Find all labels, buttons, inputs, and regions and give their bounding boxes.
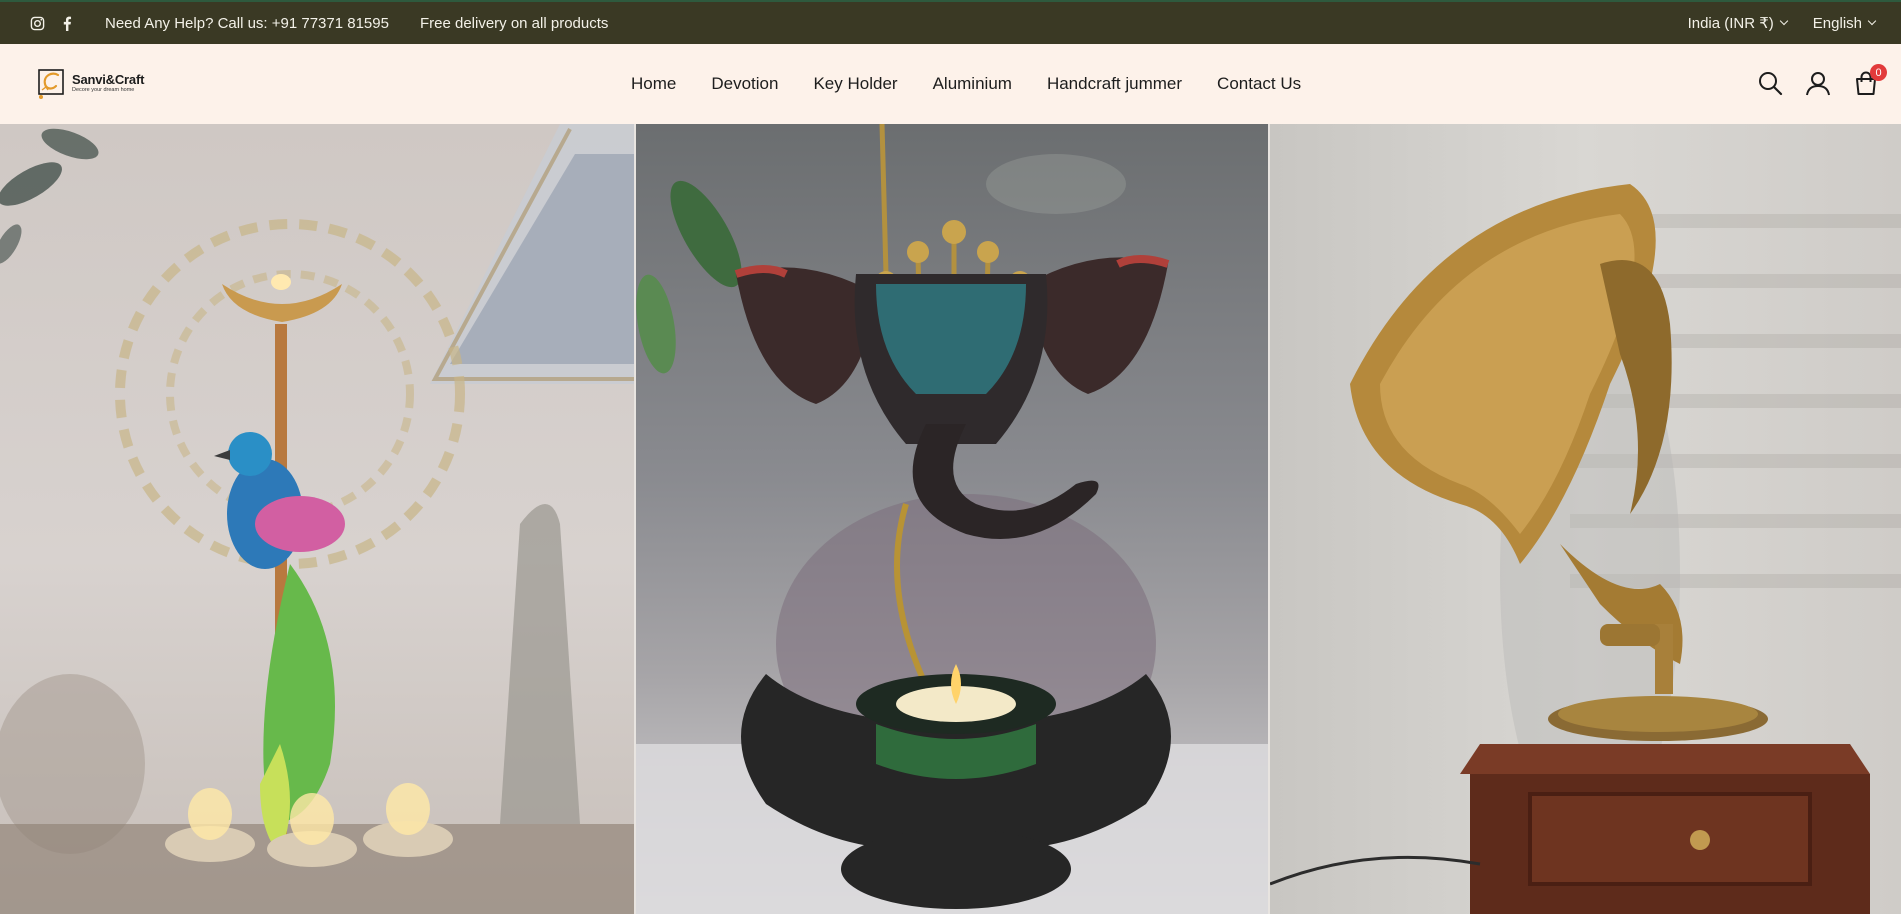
announcement-bar: Need Any Help? Call us: +91 77371 81595 … (0, 0, 1901, 44)
nav-item-home[interactable]: Home (631, 74, 676, 94)
logo-tagline: Decore your dream home (72, 86, 135, 93)
logo-name: Sanvi&Craft (72, 71, 145, 87)
nav-item-aluminium[interactable]: Aluminium (933, 74, 1012, 94)
gramophone-decor-image[interactable] (1270, 124, 1901, 914)
social-links (29, 15, 75, 31)
chevron-down-icon (1867, 16, 1877, 26)
ganesha-tealight-holder-image[interactable] (634, 124, 1270, 914)
logo-mark-icon (38, 69, 64, 99)
nav-item-key-holder[interactable]: Key Holder (813, 74, 897, 94)
nav-item-handcraft-jummer[interactable]: Handcraft jummer (1047, 74, 1182, 94)
nav-item-contact-us[interactable]: Contact Us (1217, 74, 1301, 94)
site-logo[interactable]: Sanvi&Craft Decore your dream home (36, 66, 144, 100)
site-header: Sanvi&Craft Decore your dream home Home … (0, 44, 1901, 124)
language-label: English (1812, 14, 1862, 32)
user-icon[interactable] (1805, 70, 1831, 96)
search-icon[interactable] (1757, 70, 1783, 96)
main-nav: Home Devotion Key Holder Aluminium Handc… (631, 44, 1336, 124)
facebook-icon[interactable] (59, 15, 75, 31)
cart-icon[interactable]: 0 (1853, 64, 1887, 96)
instagram-icon[interactable] (29, 15, 45, 31)
free-delivery-text: Free delivery on all products (419, 14, 609, 32)
chevron-down-icon (1779, 16, 1789, 26)
currency-selector[interactable]: India (INR ₹) (1687, 14, 1789, 32)
language-selector[interactable]: English (1812, 14, 1877, 32)
cart-count-badge: 0 (1870, 64, 1887, 81)
currency-label: India (INR ₹) (1687, 15, 1774, 32)
nav-item-devotion[interactable]: Devotion (711, 74, 778, 94)
help-phone-text: Need Any Help? Call us: +91 77371 81595 (105, 14, 389, 32)
hero-banner[interactable] (0, 124, 1901, 914)
peacock-candle-holder-image[interactable] (0, 124, 634, 914)
